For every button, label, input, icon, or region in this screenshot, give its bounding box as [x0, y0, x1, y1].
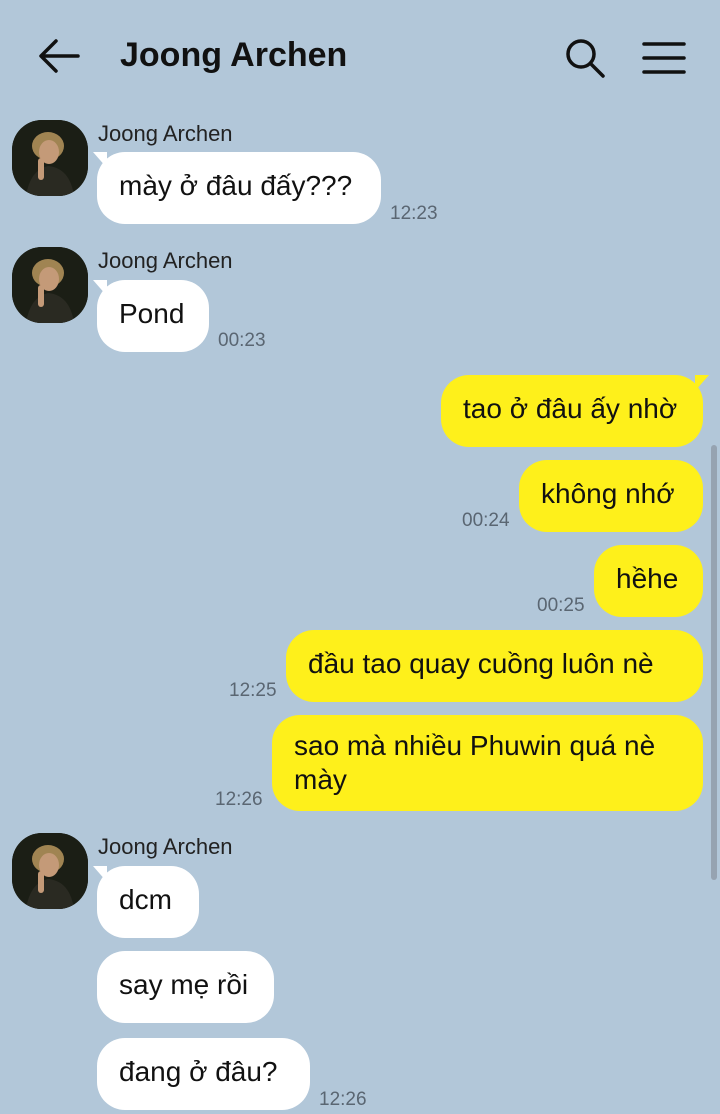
avatar[interactable] [12, 120, 88, 196]
avatar[interactable] [12, 247, 88, 323]
message-time: 00:23 [218, 330, 266, 351]
message-bubble-outgoing[interactable]: đầu tao quay cuồng luôn nè [286, 630, 703, 702]
message-time: 12:26 [215, 789, 263, 810]
message-line: sao mà nhiều Phuwin quá nè [294, 730, 656, 761]
message-time: 12:23 [390, 203, 438, 224]
message-bubble-outgoing[interactable]: sao mà nhiều Phuwin quá nè mày [272, 715, 703, 811]
sender-name: Joong Archen [98, 248, 233, 273]
message-bubble-incoming[interactable]: mày ở đâu đấy??? [97, 152, 381, 224]
message-time: 12:25 [229, 680, 277, 701]
chat-header: Joong Archen [0, 0, 720, 115]
avatar-photo [12, 833, 88, 909]
message-bubble-outgoing[interactable]: hềhe [594, 545, 703, 617]
search-icon[interactable] [563, 36, 607, 80]
avatar-photo [12, 120, 88, 196]
message-bubble-outgoing[interactable]: không nhớ [519, 460, 703, 532]
message-bubble-incoming[interactable]: say mẹ rồi [97, 951, 274, 1023]
sender-name: Joong Archen [98, 121, 233, 146]
avatar-photo [12, 247, 88, 323]
back-arrow-icon[interactable] [36, 36, 80, 76]
scrollbar[interactable] [711, 445, 717, 880]
message-time: 12:26 [319, 1089, 367, 1110]
message-time: 00:24 [462, 510, 510, 531]
message-line: mày [294, 764, 347, 795]
message-bubble-outgoing[interactable]: tao ở đâu ấy nhờ [441, 375, 703, 447]
bubble-tail [695, 375, 709, 391]
hamburger-menu-icon[interactable] [640, 38, 688, 78]
avatar[interactable] [12, 833, 88, 909]
message-bubble-incoming[interactable]: Pond [97, 280, 209, 352]
sender-name: Joong Archen [98, 834, 233, 859]
message-time: 00:25 [537, 595, 585, 616]
message-bubble-incoming[interactable]: dcm [97, 866, 199, 938]
chat-title: Joong Archen [120, 36, 348, 74]
message-bubble-incoming[interactable]: đang ở đâu? [97, 1038, 310, 1110]
